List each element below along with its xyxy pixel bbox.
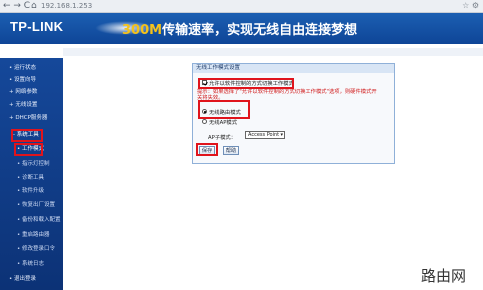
sidebar-item-reboot[interactable]: • 重启路由器 xyxy=(17,230,50,238)
sidebar-item-logout[interactable]: • 退出登录 xyxy=(9,274,36,282)
browser-toolbar: ← → C ⌂ 192.168.1.253 ☆ ⚙ xyxy=(0,0,483,13)
address-bar[interactable]: 192.168.1.253 xyxy=(41,0,92,12)
router-mode-label: 无线路由模式 xyxy=(209,110,241,116)
sidebar-item-system-log[interactable]: • 系统日志 xyxy=(17,259,44,267)
help-button[interactable]: 帮助 xyxy=(223,146,239,155)
sidebar-item-dhcp[interactable]: + DHCP服务器 xyxy=(9,113,47,121)
watermark-text: 路由网 xyxy=(421,267,467,285)
sidebar-item-work-mode[interactable]: • 工作模式 xyxy=(17,144,44,152)
hint-text: 提示：如果选择了"允许以软件控制的方式切换工作模式"选项，则硬件模式开关将失效。 xyxy=(197,89,377,102)
bookmark-settings-icons[interactable]: ☆ ⚙ xyxy=(462,0,479,12)
main-content: 无线工作模式设置 允许以软件控制的方式切换工作模式 提示：如果选择了"允许以软件… xyxy=(63,58,483,290)
sidebar-item-network[interactable]: + 网络参数 xyxy=(9,87,37,95)
sidebar-item-backup-config[interactable]: • 备份和载入配置 xyxy=(17,215,61,223)
sidebar-item-factory-reset[interactable]: • 恢复出厂设置 xyxy=(17,200,55,208)
ap-mode-radio[interactable] xyxy=(202,119,207,124)
sidebar-item-status[interactable]: • 运行状态 xyxy=(9,63,36,71)
sidebar-item-change-password[interactable]: • 修改登录口令 xyxy=(17,244,55,252)
router-mode-radio[interactable] xyxy=(202,109,207,114)
ap-submode-value: Access Point xyxy=(248,132,280,138)
sidebar-item-led-control[interactable]: • 指示灯控制 xyxy=(17,159,50,167)
ap-submode-label: AP子模式： xyxy=(208,135,237,141)
sidebar-item-system-tools[interactable]: - 系统工具 xyxy=(13,130,39,138)
ap-submode-select[interactable]: Access Point ▾ xyxy=(245,131,285,139)
software-switch-checkbox[interactable] xyxy=(202,80,207,85)
chevron-down-icon: ▾ xyxy=(280,132,283,138)
tp-link-logo: TP-LINK xyxy=(10,19,64,34)
slogan-speed: 300M xyxy=(122,23,163,38)
panel-title: 无线工作模式设置 xyxy=(193,64,394,73)
sidebar-item-diagnostics[interactable]: • 诊断工具 xyxy=(17,173,44,181)
home-icon[interactable]: ⌂ xyxy=(31,0,37,12)
sidebar-menu: • 运行状态 • 设置向导 + 网络参数 + 无线设置 + DHCP服务器 - … xyxy=(0,58,63,290)
save-button[interactable]: 保存 xyxy=(199,146,215,155)
sidebar-item-firmware-upgrade[interactable]: • 软件升级 xyxy=(17,186,44,194)
router-header-banner: TP-LINK 300M传输速率，实现无线自由连接梦想 xyxy=(0,13,483,44)
software-switch-label: 允许以软件控制的方式切换工作模式 xyxy=(209,81,294,87)
sidebar-item-wireless[interactable]: + 无线设置 xyxy=(9,100,37,108)
ap-mode-label: 无线AP模式 xyxy=(209,120,238,126)
header-slogan: 300M传输速率，实现无线自由连接梦想 xyxy=(122,19,357,38)
back-forward-refresh-icons[interactable]: ← → C xyxy=(3,0,30,12)
slogan-text: 传输速率，实现无线自由连接梦想 xyxy=(162,23,358,38)
sidebar-item-wizard[interactable]: • 设置向导 xyxy=(9,75,36,83)
